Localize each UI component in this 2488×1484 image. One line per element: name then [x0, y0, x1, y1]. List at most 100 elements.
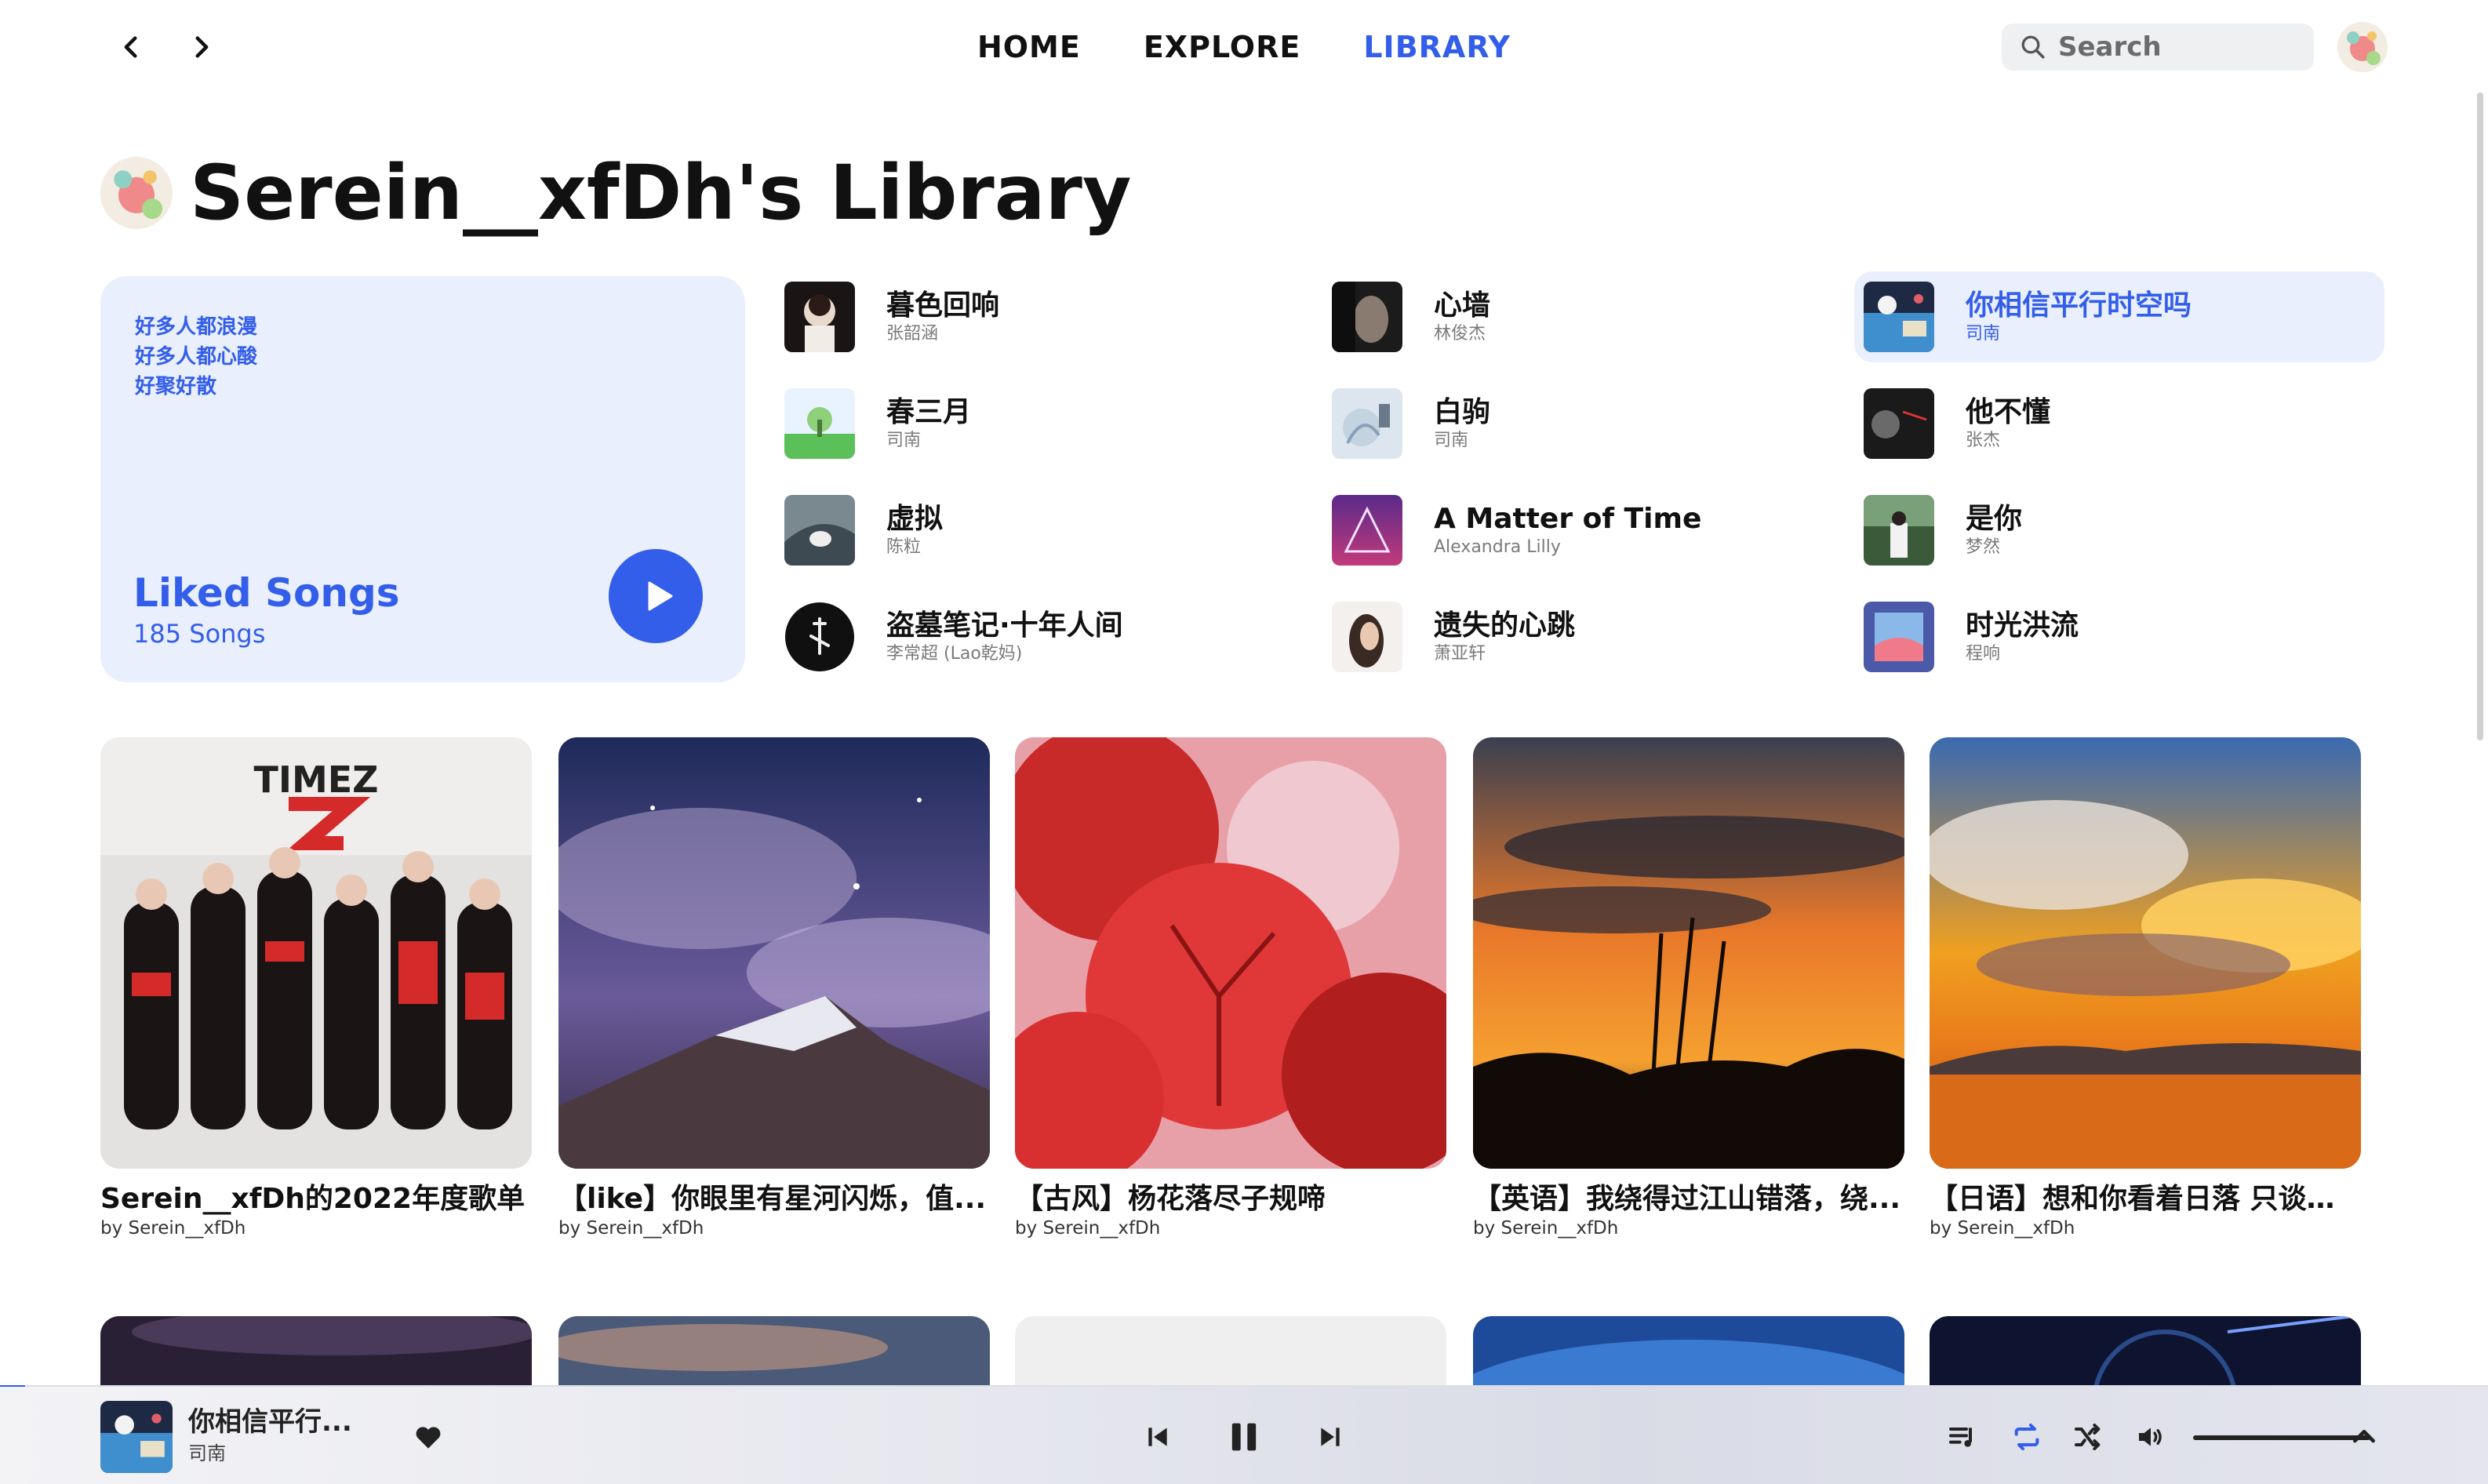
skip-previous-icon	[1148, 1428, 1167, 1446]
track-item[interactable]: 虚拟 陈粒	[775, 485, 1305, 576]
track-item-active[interactable]: 你相信平行时空吗 司南	[1854, 271, 2384, 362]
like-button[interactable]	[411, 1420, 446, 1454]
playlist-cover[interactable]: TIMEZ	[100, 737, 532, 1169]
track-item[interactable]: 心墙 林俊杰	[1322, 271, 1853, 362]
track-item[interactable]: A Matter of Time Alexandra Lilly	[1322, 485, 1853, 576]
playlist-cover[interactable]	[1473, 1316, 1904, 1395]
lyric-line: 好多人都心酸	[135, 345, 258, 369]
track-artist[interactable]: 司南	[886, 430, 971, 452]
chevron-up-icon	[2353, 1430, 2375, 1443]
heart-icon	[416, 1427, 441, 1449]
playlist-title[interactable]: 【英语】我绕得过江山错落，绕...	[1473, 1181, 1904, 1217]
tab-home[interactable]: HOME	[977, 24, 1081, 71]
svg-text:TIMEZ: TIMEZ	[253, 758, 378, 801]
playlist-card[interactable]: 【英语】我绕得过江山错落，绕... by Serein__xfDh	[1473, 737, 1904, 1239]
repeat-button[interactable]	[2003, 1413, 2050, 1460]
track-artist[interactable]: 梦然	[1966, 536, 2022, 558]
now-playing-title[interactable]: 你相信平行...	[188, 1406, 352, 1439]
library-avatar	[100, 157, 173, 229]
track-title: 虚拟	[886, 503, 944, 535]
track-title: 他不懂	[1966, 396, 2051, 428]
playlist-owner[interactable]: by Serein__xfDh	[1015, 1217, 1446, 1239]
track-cover	[1864, 602, 1934, 672]
user-avatar[interactable]	[2337, 22, 2388, 72]
tab-library[interactable]: LIBRARY	[1363, 24, 1511, 71]
playlist-owner[interactable]: by Serein__xfDh	[100, 1217, 532, 1239]
volume-button[interactable]	[2127, 1413, 2174, 1460]
track-cover	[1332, 602, 1402, 672]
playlist-cover[interactable]	[1930, 1316, 2361, 1395]
playlist-card[interactable]: 【日语】想和你看着日落 只谈微... by Serein__xfDh	[1930, 737, 2361, 1239]
track-artist[interactable]: 张韶涵	[886, 323, 999, 345]
playlist-title[interactable]: 【古风】杨花落尽子规啼	[1015, 1181, 1446, 1217]
search-input[interactable]	[2058, 31, 2293, 63]
page-title: Serein__xfDh's Library	[190, 149, 1132, 237]
expand-lyrics-button[interactable]	[2341, 1413, 2388, 1460]
previous-button[interactable]	[1134, 1413, 1181, 1460]
queue-button[interactable]	[1939, 1413, 1986, 1460]
shuffle-button[interactable]	[2064, 1413, 2112, 1460]
lyric-line: 好聚好散	[135, 375, 217, 398]
track-title: 春三月	[886, 396, 972, 428]
skip-next-icon	[1321, 1428, 1340, 1446]
track-cover	[784, 495, 855, 566]
playlist-cover[interactable]	[558, 737, 990, 1169]
now-playing-cover[interactable]	[100, 1401, 173, 1473]
playlist-cover[interactable]	[100, 1316, 532, 1395]
search-box[interactable]	[2002, 24, 2314, 71]
playlist-cover[interactable]	[1015, 1316, 1446, 1395]
track-item[interactable]: 春三月 司南	[775, 378, 1305, 469]
playlist-cover[interactable]	[558, 1316, 990, 1395]
track-artist[interactable]: Alexandra Lilly	[1434, 536, 1701, 558]
playlist-title[interactable]: 【日语】想和你看着日落 只谈微...	[1930, 1181, 2361, 1217]
play-liked-button[interactable]	[609, 549, 703, 643]
scrollbar[interactable]	[2477, 93, 2483, 740]
track-item[interactable]: 他不懂 张杰	[1854, 378, 2384, 469]
track-item[interactable]: 暮色回响 张韶涵	[775, 271, 1305, 362]
track-title: 心墙	[1434, 289, 1491, 322]
playlist-owner[interactable]: by Serein__xfDh	[1930, 1217, 2361, 1239]
track-title: 白驹	[1434, 396, 1491, 428]
tab-explore[interactable]: EXPLORE	[1144, 24, 1301, 71]
playlist-title[interactable]: 【like】你眼里有星河闪烁，值...	[558, 1181, 990, 1217]
track-artist[interactable]: 张杰	[1966, 430, 2050, 452]
track-item[interactable]: 盗墓笔记·十年人间 李常超 (Lao乾妈)	[775, 591, 1305, 682]
volume-icon	[2139, 1428, 2162, 1446]
track-item[interactable]: 遗失的心跳 萧亚轩	[1322, 591, 1853, 682]
track-title: 遗失的心跳	[1434, 609, 1576, 642]
liked-songs-card[interactable]: 好多人都浪漫 好多人都心酸 好聚好散 Liked Songs 185 Songs	[100, 276, 745, 682]
track-cover	[784, 388, 855, 459]
now-playing-artist[interactable]: 司南	[188, 1442, 226, 1465]
track-title: 你相信平行时空吗	[1966, 289, 2192, 322]
pause-button[interactable]	[1220, 1413, 1268, 1460]
playlist-card[interactable]: TIMEZ Serein__xfDh的2022年度歌单 by Serein__x…	[100, 737, 532, 1239]
track-cover	[1864, 282, 1934, 352]
track-cover	[1332, 388, 1402, 459]
pause-icon	[1231, 1423, 1257, 1451]
track-artist[interactable]: 司南	[1434, 430, 1490, 452]
playlist-owner[interactable]: by Serein__xfDh	[1473, 1217, 1904, 1239]
avatar-image	[2337, 22, 2388, 72]
track-artist[interactable]: 萧亚轩	[1434, 643, 1575, 665]
track-cover	[1864, 388, 1934, 459]
track-item[interactable]: 是你 梦然	[1854, 485, 2384, 576]
playlist-card[interactable]: 【like】你眼里有星河闪烁，值... by Serein__xfDh	[558, 737, 990, 1239]
track-title: 时光洪流	[1966, 609, 2079, 642]
track-artist[interactable]: 司南	[1966, 323, 2192, 345]
repeat-icon	[2014, 1424, 2039, 1450]
playlist-card[interactable]: 【古风】杨花落尽子规啼 by Serein__xfDh	[1015, 737, 1446, 1239]
track-artist[interactable]: 林俊杰	[1434, 323, 1490, 345]
track-item[interactable]: 白驹 司南	[1322, 378, 1853, 469]
playlist-owner[interactable]: by Serein__xfDh	[558, 1217, 990, 1239]
track-artist[interactable]: 程响	[1966, 643, 2079, 665]
track-title: 是你	[1966, 503, 2023, 535]
track-artist[interactable]: 陈粒	[886, 536, 943, 558]
track-artist[interactable]: 李常超 (Lao乾妈)	[886, 643, 1123, 665]
track-cover	[1864, 495, 1934, 566]
next-button[interactable]	[1307, 1413, 1354, 1460]
playlist-title[interactable]: Serein__xfDh的2022年度歌单	[100, 1181, 532, 1217]
playlist-cover[interactable]	[1473, 737, 1904, 1169]
playlist-cover[interactable]	[1930, 737, 2361, 1169]
track-item[interactable]: 时光洪流 程响	[1854, 591, 2384, 682]
playlist-cover[interactable]	[1015, 737, 1446, 1169]
